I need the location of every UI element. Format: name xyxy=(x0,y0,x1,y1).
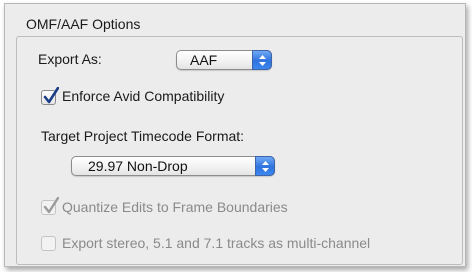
timecode-format-value: 29.97 Non-Drop xyxy=(88,158,188,174)
popup-arrows-icon xyxy=(255,156,275,176)
checkmark-icon xyxy=(43,87,59,104)
timecode-format-label: Target Project Timecode Format: xyxy=(41,128,245,144)
export-multichannel-checkbox[interactable] xyxy=(41,236,56,251)
timecode-format-popup[interactable]: 29.97 Non-Drop xyxy=(71,156,275,176)
export-as-popup[interactable]: AAF xyxy=(176,50,272,70)
export-as-value: AAF xyxy=(190,52,218,68)
omf-aaf-options-panel: OMF/AAF Options Export As: AAF Enforce A… xyxy=(4,3,466,267)
checkmark-icon xyxy=(43,197,59,214)
export-multichannel-label: Export stereo, 5.1 and 7.1 tracks as mul… xyxy=(62,235,371,251)
popup-arrows-icon xyxy=(252,50,272,70)
enforce-avid-label: Enforce Avid Compatibility xyxy=(62,88,225,104)
quantize-edits-checkbox[interactable] xyxy=(41,197,59,215)
enforce-avid-checkbox[interactable] xyxy=(41,87,59,105)
export-as-label: Export As: xyxy=(38,51,102,67)
options-group-box xyxy=(16,36,463,265)
quantize-edits-label: Quantize Edits to Frame Boundaries xyxy=(62,199,288,215)
group-title: OMF/AAF Options xyxy=(26,16,141,32)
